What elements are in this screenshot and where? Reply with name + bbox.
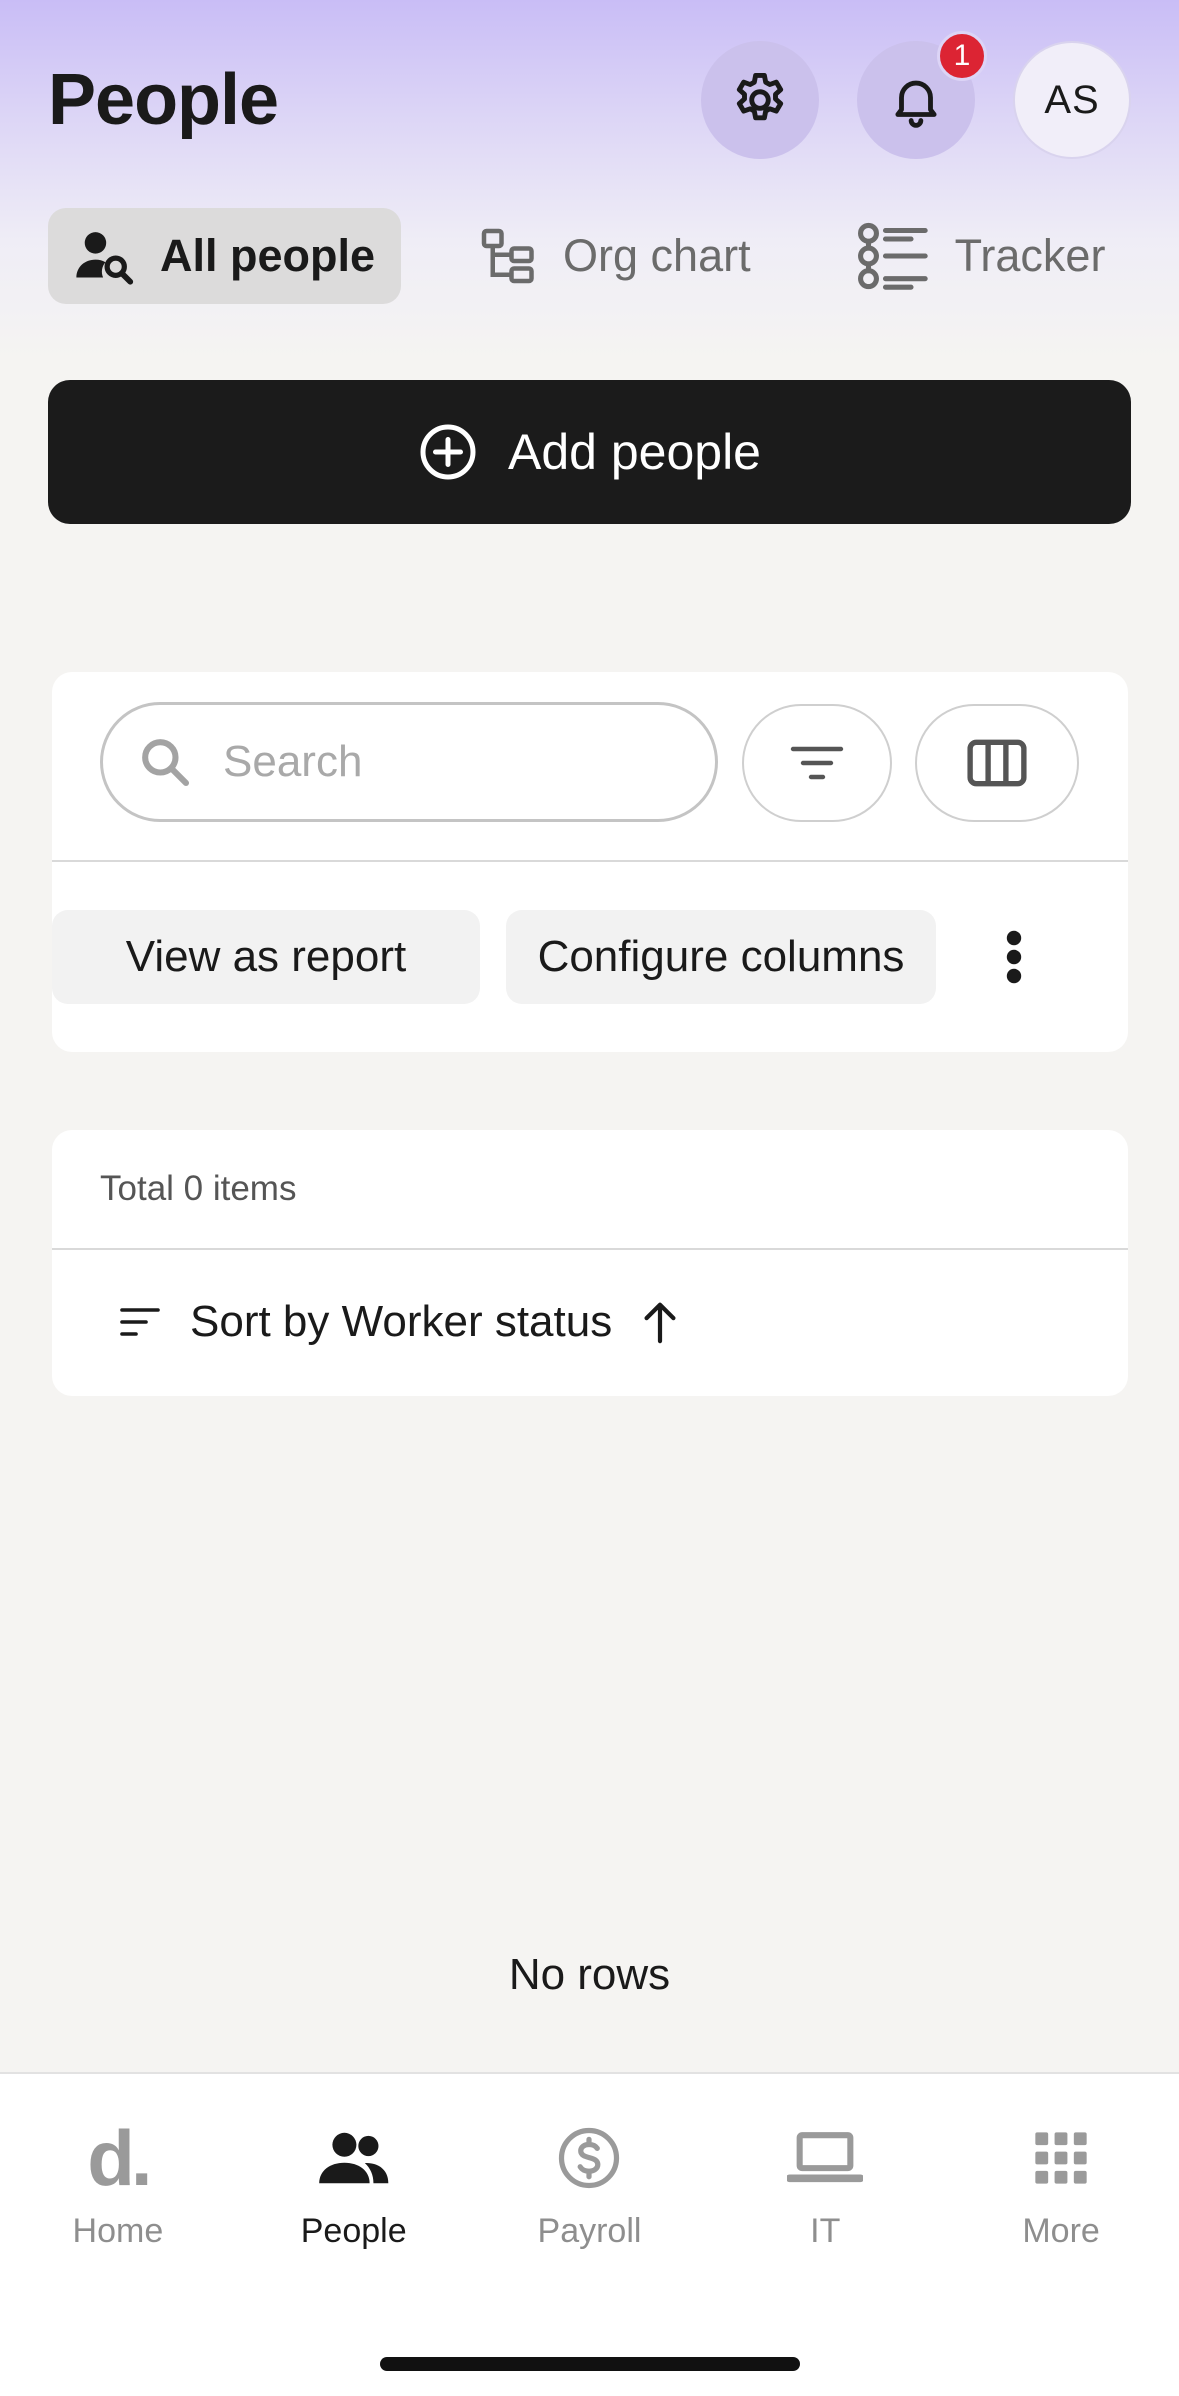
nav-label: More [1022,2212,1100,2250]
notifications-button[interactable]: 1 [857,31,987,159]
tab-label: All people [160,230,376,281]
sort-icon [120,1306,160,1338]
search-input[interactable] [223,737,643,787]
gear-icon [729,69,791,131]
add-people-label: Add people [507,424,761,480]
configure-columns-button[interactable]: Configure columns [506,910,936,1004]
header: People 1 AS [48,31,1131,160]
bottom-navigation: d. Home People Payroll IT More [0,2072,1179,2396]
view-tabs: All people Org chart Tracker [48,208,1139,304]
nav-people[interactable]: People [236,2118,472,2274]
sort-control[interactable]: Sort by Worker status [52,1250,1128,1394]
nav-label: People [300,2212,407,2250]
people-icon [318,2118,390,2198]
nav-it[interactable]: IT [707,2118,943,2274]
nav-label: IT [810,2212,841,2250]
tab-all-people[interactable]: All people [48,208,402,304]
add-people-button[interactable]: Add people [48,380,1131,524]
more-options-button[interactable] [994,910,1034,1004]
tab-label: Tracker [954,230,1106,281]
total-count: Total 0 items [52,1130,1128,1250]
dollar-circle-icon [556,2118,622,2198]
home-logo-text: d. [87,2114,152,2202]
deel-logo-icon: d. [87,2114,152,2202]
empty-state-text: No rows [508,1950,671,1999]
sort-label: Sort by Worker status [190,1297,613,1346]
person-search-icon [74,227,136,285]
actions-row: View as report Configure columns [52,862,1128,1052]
tab-label: Org chart [563,230,751,281]
nav-label: Home [72,2212,164,2250]
people-page: People 1 AS All people Org chart Tracker… [0,0,1179,2396]
grid-icon [1033,2118,1089,2198]
page-title: People [48,60,279,140]
bell-icon [887,69,945,131]
nav-more[interactable]: More [943,2118,1179,2274]
laptop-icon [787,2118,864,2198]
nav-home[interactable]: d. Home [0,2118,236,2274]
results-panel: Total 0 items Sort by Worker status [52,1130,1128,1396]
notification-badge: 1 [937,31,987,81]
plus-circle-icon [418,422,478,482]
filter-button[interactable] [742,704,892,822]
kebab-icon [1006,930,1022,984]
avatar[interactable]: AS [1013,41,1131,159]
tab-tracker[interactable]: Tracker [831,208,1132,304]
search-row [52,672,1128,862]
columns-icon [966,738,1028,788]
search-field[interactable] [100,702,718,822]
search-icon [137,734,193,790]
columns-button[interactable] [915,704,1079,822]
filter-icon [789,743,845,783]
nav-label: Payroll [537,2212,642,2250]
tab-org-chart[interactable]: Org chart [453,208,777,304]
home-indicator [380,2357,800,2371]
arrow-up-icon[interactable] [642,1299,678,1345]
org-chart-icon [479,225,539,287]
nav-payroll[interactable]: Payroll [472,2118,708,2274]
tracker-list-icon [857,222,931,290]
view-as-report-button[interactable]: View as report [52,910,480,1004]
settings-button[interactable] [701,41,819,159]
search-panel: View as report Configure columns [52,672,1128,1052]
